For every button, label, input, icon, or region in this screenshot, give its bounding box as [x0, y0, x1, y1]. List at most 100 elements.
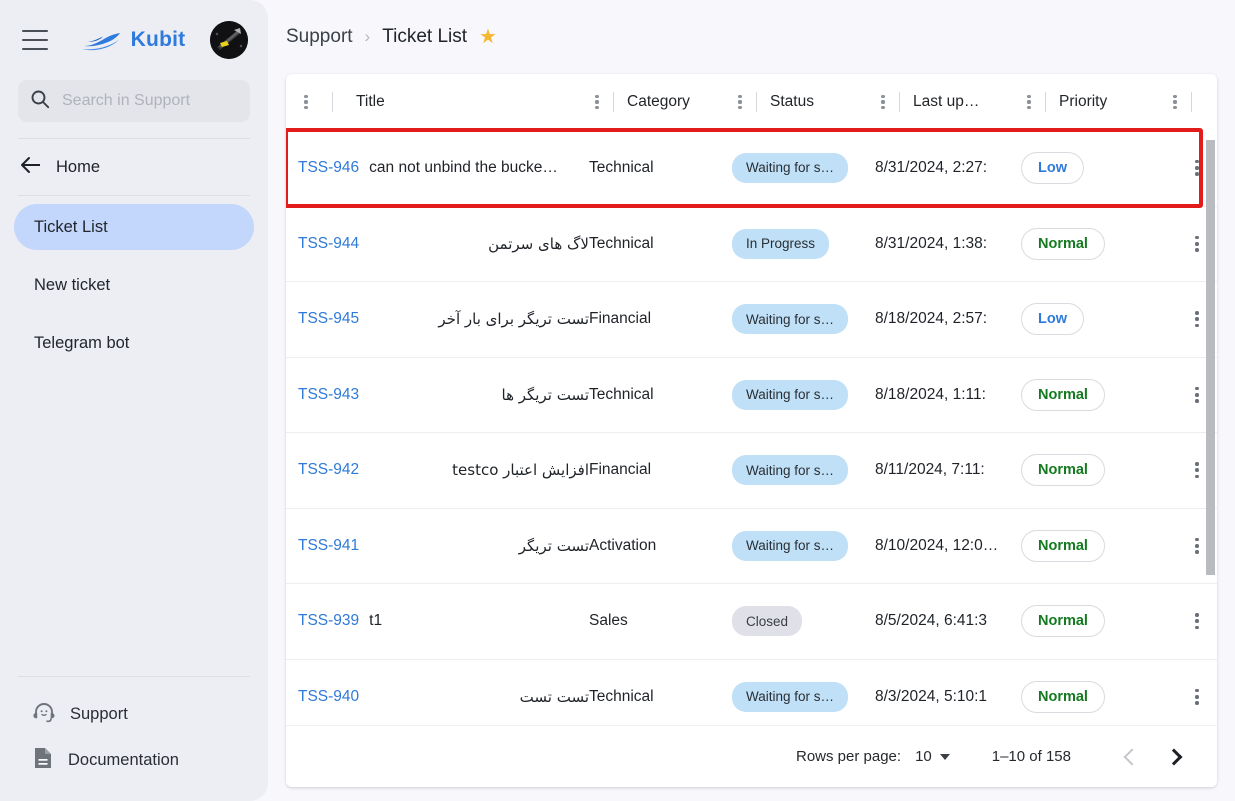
more-vertical-icon[interactable]: [1189, 688, 1205, 706]
user-avatar[interactable]: [210, 21, 248, 59]
chevron-right-icon: [1165, 748, 1183, 765]
table-row[interactable]: TSS-944 لاگ های سرتمن Technical In Progress…: [286, 205, 1217, 282]
sidebar-item-documentation-label: Documentation: [68, 750, 179, 769]
hamburger-menu-icon[interactable]: [22, 30, 48, 50]
ticket-id-link[interactable]: TSS-940: [298, 688, 359, 706]
table-row[interactable]: TSS-941 تست تریگر Activation Waiting for s……: [286, 507, 1217, 584]
column-header-title-label: Title: [356, 93, 385, 110]
pagination-prev-button[interactable]: [1111, 736, 1153, 778]
more-vertical-icon[interactable]: [589, 93, 605, 111]
cell-category: Activation: [589, 537, 732, 555]
cell-category: Financial: [589, 461, 732, 479]
cell-category: Sales: [589, 612, 732, 630]
pagination-next-button[interactable]: [1153, 736, 1195, 778]
more-vertical-icon[interactable]: [1189, 461, 1205, 479]
more-vertical-icon[interactable]: [298, 93, 314, 111]
priority-badge: Normal: [1021, 227, 1105, 260]
sidebar-header: Kubit: [0, 0, 268, 80]
search-box[interactable]: [18, 80, 250, 122]
category-value: Financial: [589, 461, 652, 479]
sidebar-footer: Support Documentation: [0, 676, 268, 801]
last-updated-value: 8/10/2024, 12:0…: [875, 536, 999, 554]
more-vertical-icon[interactable]: [1189, 159, 1205, 177]
column-header-last-updated[interactable]: Last up…: [875, 74, 1021, 130]
column-divider: [332, 92, 333, 112]
column-header-title[interactable]: Title: [296, 74, 589, 130]
sidebar-item-support[interactable]: Support: [0, 691, 268, 737]
ticket-title: t1: [369, 612, 383, 630]
cell-priority: Normal: [1021, 227, 1167, 260]
ticket-id-link[interactable]: TSS-941: [298, 537, 359, 555]
column-header-actions[interactable]: [1167, 74, 1217, 130]
sidebar-item-home[interactable]: Home: [0, 145, 268, 189]
page-title: Ticket List: [382, 26, 468, 47]
table-header-row: Title Category Status Last up… Priority: [286, 74, 1217, 130]
more-vertical-icon[interactable]: [1189, 537, 1205, 555]
category-value: Technical: [589, 385, 654, 403]
cell-title: TSS-939 t1: [296, 612, 589, 630]
cell-title: TSS-940 تست تست: [296, 688, 589, 706]
cell-title: TSS-945 تست تریگر برای بار آخر: [296, 310, 589, 328]
more-vertical-icon[interactable]: [1021, 93, 1037, 111]
more-vertical-icon[interactable]: [1189, 235, 1205, 253]
headset-support-icon: [32, 700, 56, 729]
ticket-id-link[interactable]: TSS-946: [298, 159, 359, 177]
cell-category: Technical: [589, 159, 732, 177]
table-row[interactable]: TSS-939 t1 Sales Closed 8/5/2024, 6:41:3 Norm…: [286, 583, 1217, 659]
column-divider: [613, 92, 614, 112]
cell-category: Technical: [589, 688, 732, 706]
sidebar-divider-top: [18, 138, 250, 139]
sidebar: Kubit Search in Support Home Ticket List…: [0, 0, 268, 801]
column-divider: [1045, 92, 1046, 112]
more-vertical-icon[interactable]: [1189, 612, 1205, 630]
star-filled-icon[interactable]: ★: [479, 27, 497, 47]
cell-priority: Normal: [1021, 378, 1167, 411]
category-value: Sales: [589, 612, 628, 630]
table-row[interactable]: TSS-943 تست تریگر ها Technical Waiting for …: [286, 356, 1217, 433]
sidebar-item-documentation[interactable]: Documentation: [0, 737, 268, 783]
ticket-id-link[interactable]: TSS-944: [298, 235, 359, 253]
sidebar-item-new-ticket[interactable]: New ticket: [14, 262, 254, 308]
breadcrumb-support[interactable]: Support: [286, 26, 353, 48]
more-vertical-icon[interactable]: [1189, 386, 1205, 404]
last-updated-value: 8/31/2024, 1:38:: [875, 234, 988, 252]
rows-per-page-label: Rows per page:: [796, 748, 902, 765]
status-badge: Closed: [732, 606, 803, 637]
more-vertical-icon[interactable]: [1167, 93, 1183, 111]
sidebar-item-telegram-bot[interactable]: Telegram bot: [14, 320, 254, 366]
ticket-table-body: TSS-946 can not unbind the bucke… Technica…: [286, 130, 1217, 725]
brand[interactable]: Kubit: [56, 28, 210, 52]
arrow-left-icon: [20, 156, 42, 179]
ticket-title: تست تریگر ها: [501, 385, 590, 404]
column-header-category-label: Category: [627, 93, 690, 110]
ticket-id-link[interactable]: TSS-939: [298, 612, 359, 630]
sidebar-item-ticket-list[interactable]: Ticket List: [14, 204, 254, 250]
more-vertical-icon[interactable]: [1189, 310, 1205, 328]
table-scrollbar[interactable]: [1206, 130, 1215, 721]
column-header-last-updated-label: Last up…: [913, 93, 980, 110]
ticket-id-link[interactable]: TSS-942: [298, 461, 359, 479]
cell-last-updated: 8/5/2024, 6:41:3: [875, 612, 1021, 630]
ticket-id-link[interactable]: TSS-945: [298, 310, 359, 328]
column-header-category[interactable]: Category: [589, 74, 732, 130]
more-vertical-icon[interactable]: [875, 93, 891, 111]
priority-badge: Low: [1021, 151, 1084, 184]
column-divider: [1191, 92, 1192, 112]
table-row[interactable]: TSS-945 تست تریگر برای بار آخر Financial Wa…: [286, 281, 1217, 357]
cell-priority: Normal: [1021, 680, 1167, 713]
sidebar-item-ticket-list-label: Ticket List: [34, 217, 108, 236]
more-vertical-icon[interactable]: [732, 93, 748, 111]
table-row[interactable]: TSS-942 افزایش اعتبار testco Financial Wait…: [286, 432, 1217, 508]
column-header-priority[interactable]: Priority: [1021, 74, 1167, 130]
column-header-status[interactable]: Status: [732, 74, 875, 130]
ticket-id-link[interactable]: TSS-943: [298, 386, 359, 404]
table-scrollbar-thumb[interactable]: [1206, 140, 1215, 575]
sidebar-search: [0, 80, 268, 122]
search-input[interactable]: [60, 91, 238, 111]
rows-per-page-select[interactable]: 10: [915, 748, 950, 765]
cell-priority: Low: [1021, 303, 1167, 336]
cell-status: In Progress: [732, 228, 875, 259]
table-row[interactable]: TSS-940 تست تست Technical Waiting for s… 8/3…: [286, 658, 1217, 726]
cell-status: Waiting for s…: [732, 152, 875, 183]
table-row[interactable]: TSS-946 can not unbind the bucke… Technica…: [286, 130, 1217, 206]
